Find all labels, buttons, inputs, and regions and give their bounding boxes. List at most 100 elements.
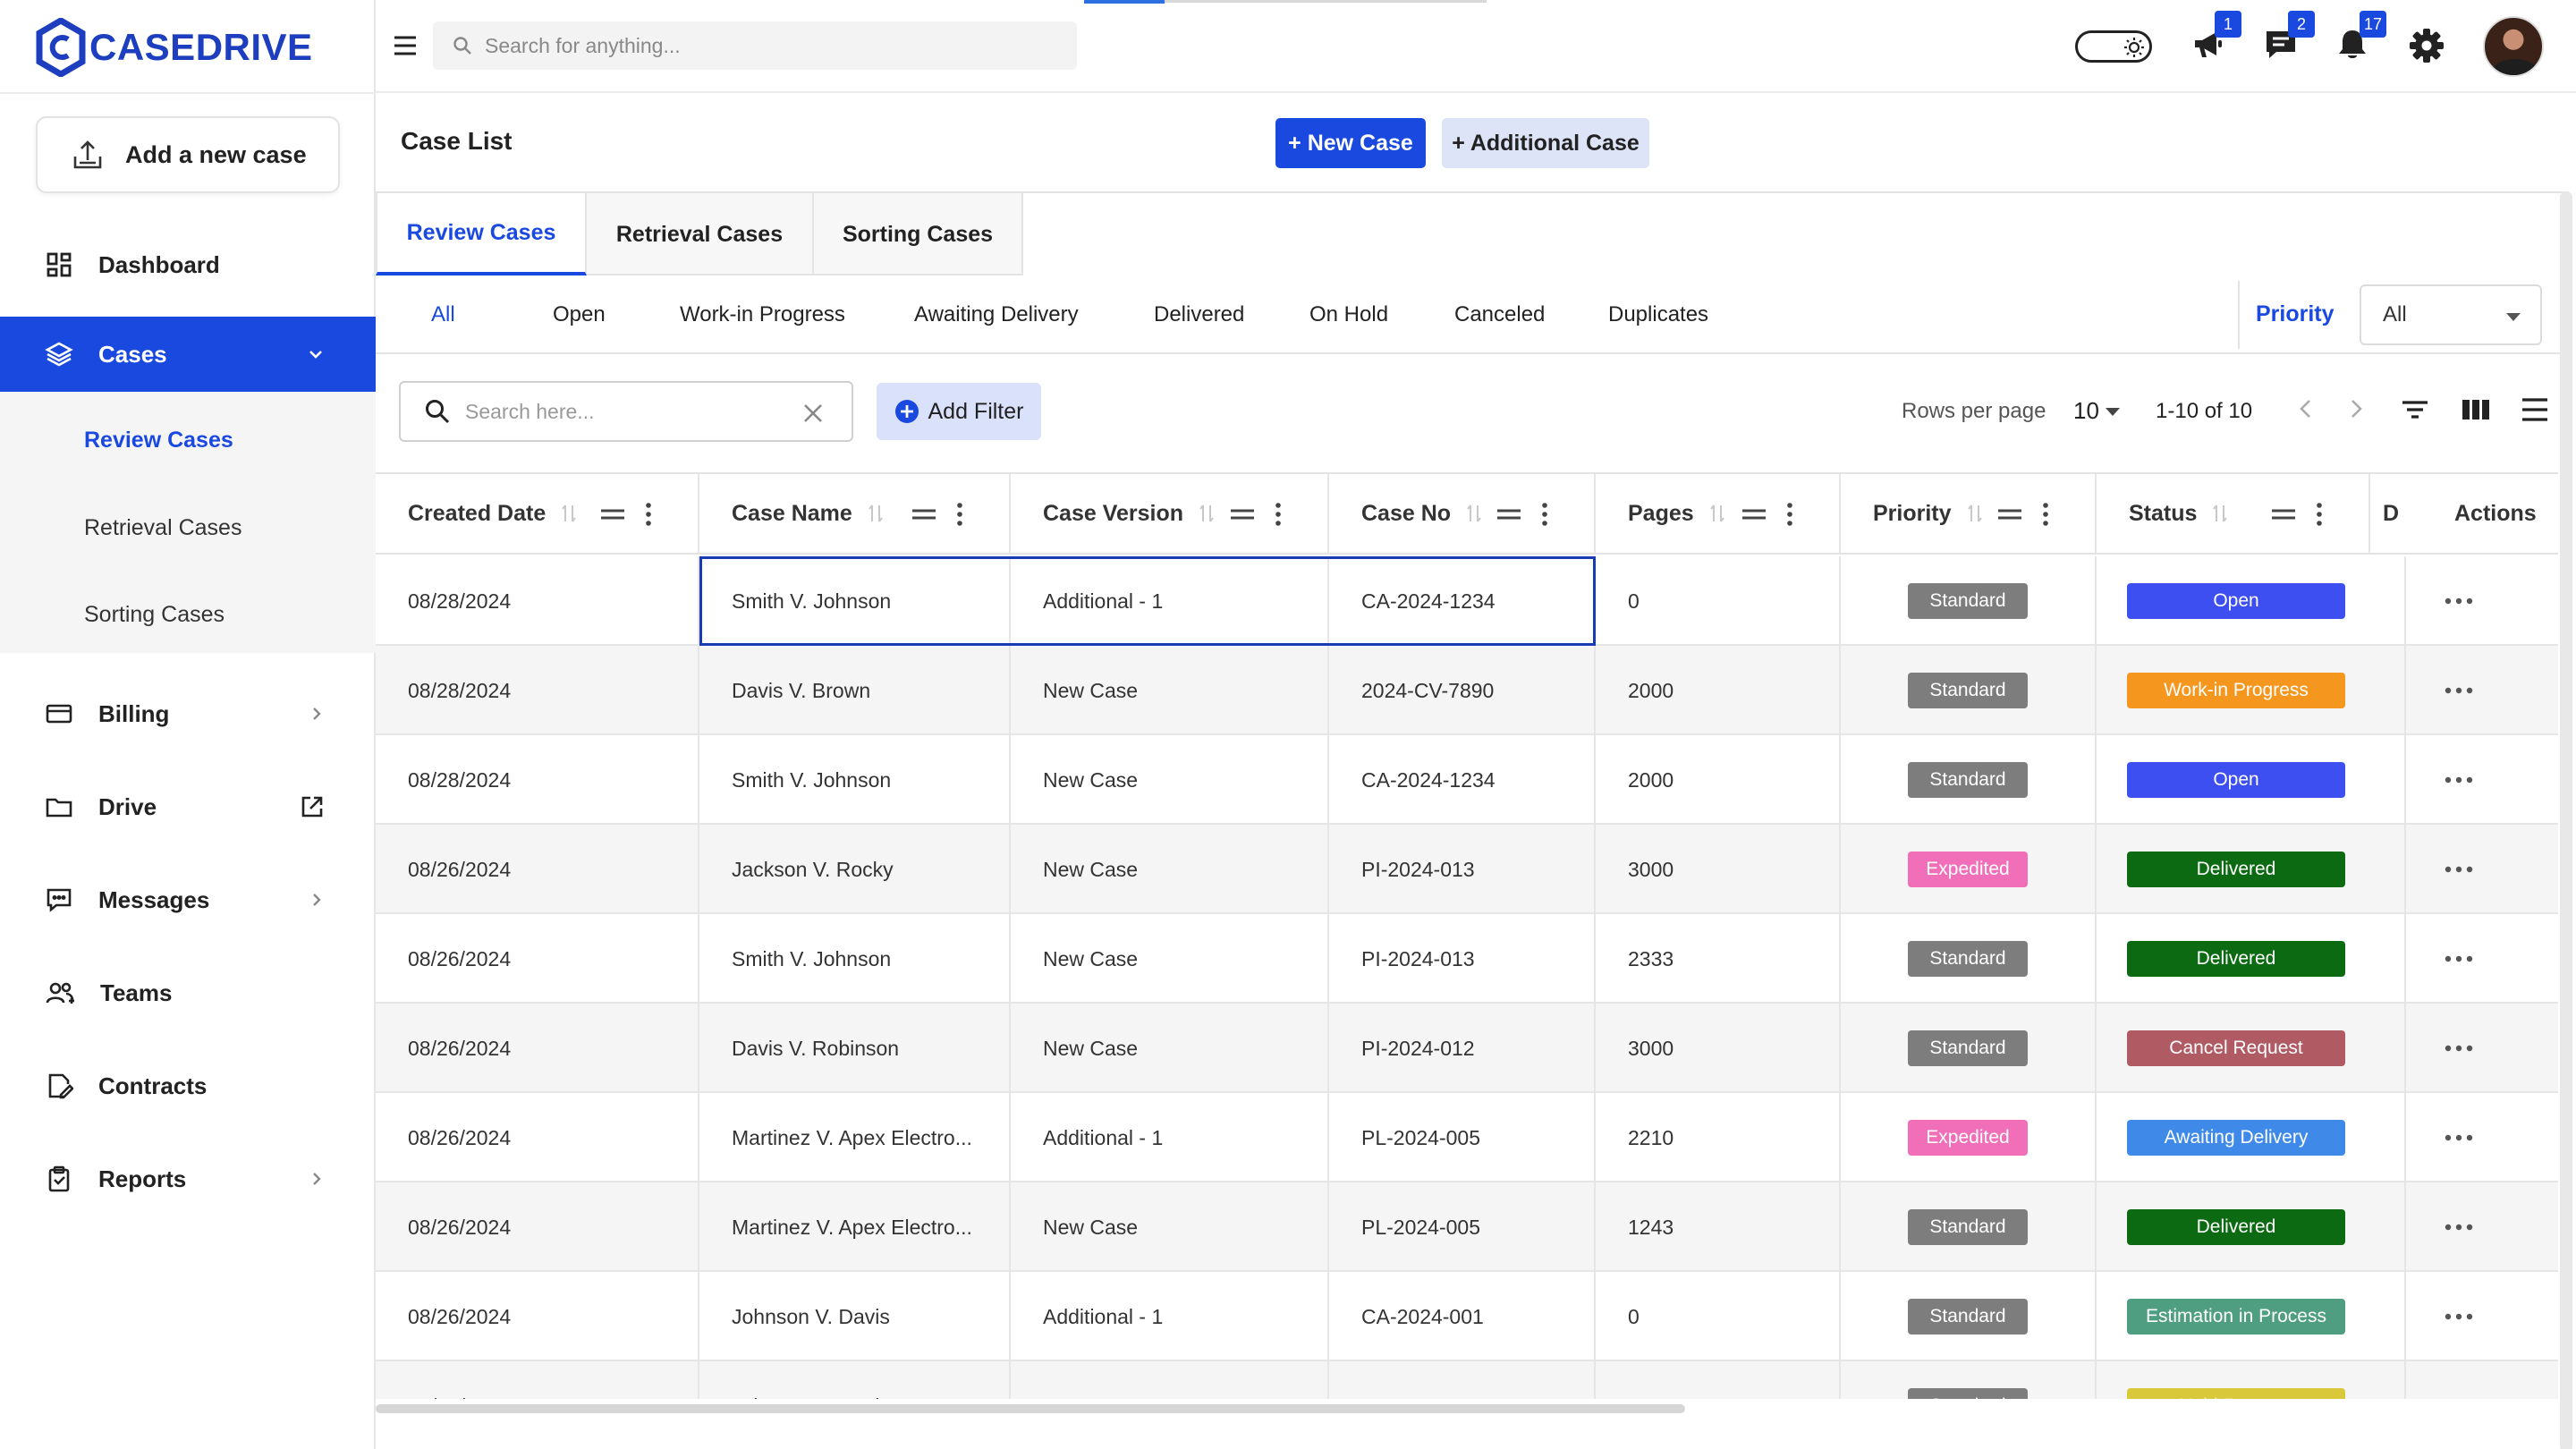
add-new-case-button[interactable]: Add a new case [36,116,340,193]
close-icon[interactable] [801,402,825,425]
columns-icon[interactable] [2460,394,2492,426]
sidebar-item-reports[interactable]: Reports [0,1141,376,1216]
cell-case-name[interactable]: Davis V. Robinson [699,1004,1011,1093]
table-row[interactable]: 08/26/2024 Davis V. Robinson New Case PI-20… [376,1004,2558,1093]
submenu-item-review-cases[interactable]: Review Cases [84,428,233,453]
user-avatar[interactable] [2483,16,2544,77]
filter-canceled[interactable]: Canceled [1454,302,1545,327]
messages-button[interactable]: 2 [2263,11,2315,67]
table-row[interactable]: 08/26/2024 Johnson V. Davis New Case CA-202… [376,1361,2558,1399]
sidebar-item-cases[interactable]: Cases [0,317,376,392]
cell-case-name[interactable]: Johnson V. Davis [699,1272,1011,1361]
next-page-icon[interactable] [2343,395,2368,422]
cell-actions[interactable] [2406,1272,2558,1361]
more-actions-icon[interactable] [2444,1044,2474,1053]
filter-open[interactable]: Open [553,302,606,327]
more-actions-icon[interactable] [2444,1223,2474,1232]
settings-button[interactable] [2408,27,2445,69]
cell-case-name[interactable]: Jackson V. Rocky [699,825,1011,914]
column-drag-icon[interactable] [911,508,937,521]
table-row[interactable]: 08/28/2024 Davis V. Brown New Case 2024-CV-… [376,646,2558,735]
filter-work-in-progress[interactable]: Work-in Progress [680,302,845,327]
hamburger-menu-icon[interactable] [392,32,419,59]
tab-review-cases[interactable]: Review Cases [376,193,587,275]
horizontal-scrollbar[interactable] [376,1404,1685,1413]
more-actions-icon[interactable] [2444,775,2474,784]
column-header-actions[interactable]: Actions [2406,474,2558,553]
notifications-button[interactable]: 17 [2334,11,2386,67]
tab-sorting-cases[interactable]: Sorting Cases [814,193,1023,275]
new-case-button[interactable]: + New Case [1275,118,1426,168]
table-row[interactable]: 08/26/2024 Jackson V. Rocky New Case PI-202… [376,825,2558,914]
theme-toggle[interactable] [2075,30,2152,63]
sidebar-item-billing[interactable]: Billing [0,676,376,751]
column-header-priority[interactable]: Priority [1841,474,2097,553]
cell-case-name[interactable]: Martinez V. Apex Electro... [699,1093,1011,1182]
filter-on-hold[interactable]: On Hold [1309,302,1388,327]
column-menu-icon[interactable] [2041,501,2050,528]
sort-icon[interactable] [1198,502,1216,525]
column-drag-icon[interactable] [599,508,626,521]
tab-retrieval-cases[interactable]: Retrieval Cases [587,193,814,275]
cell-case-name[interactable]: Smith V. Johnson [699,914,1011,1004]
column-menu-icon[interactable] [1274,501,1283,528]
table-row[interactable]: 08/28/2024 Smith V. Johnson Additional - 1… [376,556,2558,646]
column-header-pages[interactable]: Pages [1596,474,1841,553]
column-menu-icon[interactable] [955,501,964,528]
cell-case-name[interactable]: Davis V. Brown [699,646,1011,735]
submenu-item-sorting-cases[interactable]: Sorting Cases [84,602,225,628]
sidebar-item-contracts[interactable]: Contracts [0,1048,376,1123]
column-drag-icon[interactable] [2270,508,2297,521]
sort-icon[interactable] [1966,502,1984,525]
more-actions-icon[interactable] [2444,865,2474,874]
sort-icon[interactable] [2211,502,2229,525]
filter-awaiting-delivery[interactable]: Awaiting Delivery [914,302,1079,327]
cell-case-name[interactable]: Martinez V. Apex Electro... [699,1182,1011,1272]
filter-delivered[interactable]: Delivered [1154,302,1244,327]
cell-actions[interactable] [2406,1182,2558,1272]
more-actions-icon[interactable] [2444,597,2474,606]
caret-down-icon[interactable] [2106,408,2120,416]
prev-page-icon[interactable] [2293,395,2318,422]
sort-icon[interactable] [1708,502,1726,525]
column-drag-icon[interactable] [1229,508,1256,521]
submenu-item-retrieval-cases[interactable]: Retrieval Cases [84,515,242,541]
table-row[interactable]: 08/26/2024 Smith V. Johnson New Case PI-202… [376,914,2558,1004]
table-search-input[interactable] [465,399,787,424]
cell-actions[interactable] [2406,1361,2558,1399]
cell-case-name[interactable]: Smith V. Johnson [699,556,1011,646]
sidebar-item-dashboard[interactable]: Dashboard [0,227,376,302]
cell-case-name[interactable]: Smith V. Johnson [699,735,1011,825]
table-row[interactable]: 08/26/2024 Martinez V. Apex Electro... New… [376,1182,2558,1272]
cell-actions[interactable] [2406,646,2558,735]
vertical-scrollbar[interactable] [2560,191,2572,1449]
column-drag-icon[interactable] [1741,508,1767,521]
column-drag-icon[interactable] [1996,508,2023,521]
column-menu-icon[interactable] [2315,501,2324,528]
cell-case-name[interactable]: Johnson V. Davis [699,1361,1011,1399]
sidebar-item-drive[interactable]: Drive [0,769,376,844]
column-menu-icon[interactable] [1540,501,1549,528]
column-drag-icon[interactable] [1496,508,1522,521]
more-actions-icon[interactable] [2444,686,2474,695]
global-search-input[interactable] [485,33,1021,58]
table-row[interactable]: 08/28/2024 Smith V. Johnson New Case CA-202… [376,735,2558,825]
filter-all[interactable]: All [431,302,455,327]
sort-icon[interactable] [867,502,885,525]
sort-icon[interactable] [560,502,578,525]
more-actions-icon[interactable] [2444,1133,2474,1142]
table-search[interactable] [399,381,853,442]
cell-actions[interactable] [2406,1093,2558,1182]
rows-per-page-select[interactable]: 10 [2073,397,2099,425]
cell-actions[interactable] [2406,556,2558,646]
column-menu-icon[interactable] [644,501,653,528]
cell-actions[interactable] [2406,735,2558,825]
logo[interactable]: CASEDRIVE [36,14,313,80]
filter-lines-icon[interactable] [2399,394,2431,426]
announcements-button[interactable]: 1 [2190,11,2241,67]
priority-select[interactable]: All [2360,284,2542,345]
more-actions-icon[interactable] [2444,1312,2474,1321]
table-row[interactable]: 08/26/2024 Johnson V. Davis Additional - 1… [376,1272,2558,1361]
external-link-icon[interactable] [299,793,326,820]
column-header-case-name[interactable]: Case Name [699,474,1011,553]
